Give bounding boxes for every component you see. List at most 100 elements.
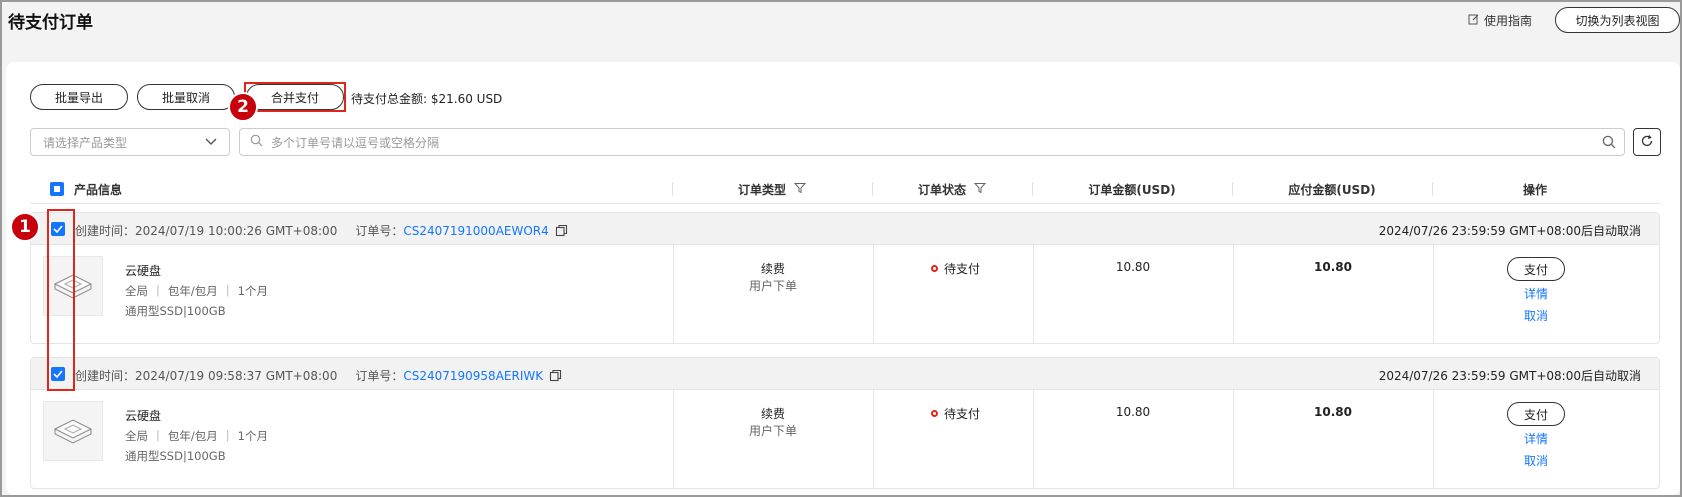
guide-label: 使用指南 — [1484, 14, 1533, 28]
actions-cell: 支付 详情 取消 — [1433, 245, 1639, 343]
order-amount-cell: 10.80 — [1033, 245, 1233, 343]
payable-amount-cell: 10.80 — [1233, 390, 1433, 488]
order-search-input[interactable]: 多个订单号请以逗号或空格分隔 — [239, 128, 1625, 156]
filter-icon[interactable] — [973, 182, 987, 197]
product-type-placeholder: 请选择产品类型 — [43, 135, 128, 150]
product-duration: 1个月 — [237, 429, 268, 443]
status-dot-icon — [931, 410, 938, 417]
product-info-cell: 云硬盘 全局 | 包年/包月 | 1个月 通用型SSD|100GB — [31, 390, 673, 488]
product-region: 全局 — [125, 284, 148, 298]
column-order-status-label: 订单状态 — [917, 182, 966, 197]
cloud-disk-icon — [43, 256, 103, 316]
order-card: 创建时间：2024/07/19 10:00:26 GMT+08:00 订单号：C… — [30, 212, 1660, 344]
order-status-cell: 待支付 — [873, 245, 1033, 343]
product-billing: 包年/包月 — [167, 429, 218, 443]
product-name: 云硬盘 — [125, 264, 162, 278]
order-card: 创建时间：2024/07/19 09:58:37 GMT+08:00 订单号：C… — [30, 357, 1660, 489]
copy-icon[interactable] — [549, 369, 562, 385]
order-panel: 批量导出 批量取消 合并支付 2 待支付总金额: $21.60 USD 请选择产… — [6, 62, 1680, 495]
created-label: 创建时间： — [75, 224, 136, 239]
order-meta: 创建时间：2024/07/19 09:58:37 GMT+08:00 订单号：C… — [75, 367, 562, 385]
page-title: 待支付订单 — [8, 13, 93, 33]
merge-pay-button[interactable]: 合并支付 — [246, 84, 344, 110]
status-text: 待支付 — [944, 262, 981, 276]
product-attributes: 全局 | 包年/包月 | 1个月 — [125, 428, 268, 443]
cloud-disk-icon — [43, 401, 103, 461]
refresh-icon — [1640, 134, 1654, 151]
order-no-label: 订单号： — [355, 369, 404, 383]
product-info-cell: 云硬盘 全局 | 包年/包月 | 1个月 通用型SSD|100GB — [31, 245, 673, 343]
copy-icon[interactable] — [555, 224, 568, 240]
total-pending-amount: 待支付总金额: $21.60 USD — [351, 92, 503, 106]
cancel-link[interactable]: 取消 — [1433, 307, 1639, 324]
column-order-amount: 订单金额(USD) — [1088, 182, 1176, 197]
order-type: 续费 — [760, 262, 785, 276]
cancel-link[interactable]: 取消 — [1433, 452, 1639, 469]
search-placeholder: 多个订单号请以逗号或空格分隔 — [271, 135, 440, 150]
pay-button[interactable]: 支付 — [1507, 402, 1565, 426]
select-all-checkbox[interactable] — [50, 182, 64, 196]
step-badge-1: 1 — [10, 212, 40, 242]
order-amount: 10.80 — [1115, 260, 1151, 274]
auto-cancel-time: 2024/07/26 23:59:59 GMT+08:00后自动取消 — [1378, 224, 1641, 238]
created-time: 2024/07/19 09:58:37 GMT+08:00 — [135, 369, 338, 384]
order-amount-cell: 10.80 — [1033, 390, 1233, 488]
order-status-cell: 待支付 — [873, 390, 1033, 488]
actions-cell: 支付 详情 取消 — [1433, 390, 1639, 488]
status-badge: 待支付 — [931, 405, 980, 422]
header-select-all[interactable] — [50, 174, 64, 204]
search-submit-icon[interactable] — [1602, 135, 1616, 152]
window-frame: 待支付订单 使用指南 切换为列表视图 批量导出 批量取消 合并支付 2 待支付总… — [0, 0, 1682, 497]
switch-list-view-button[interactable]: 切换为列表视图 — [1555, 7, 1680, 33]
step-badge-2: 2 — [228, 92, 258, 122]
refresh-button[interactable] — [1633, 128, 1661, 156]
created-label: 创建时间： — [75, 369, 136, 384]
order-no-label: 订单号： — [355, 224, 404, 238]
order-number-link[interactable]: CS2407191000AEWOR4 — [403, 224, 548, 238]
product-region: 全局 — [125, 429, 148, 443]
column-payable-amount: 应付金额(USD) — [1288, 182, 1376, 197]
order-checkbox[interactable] — [51, 222, 65, 236]
product-type-select[interactable]: 请选择产品类型 — [30, 128, 230, 156]
status-text: 待支付 — [944, 407, 981, 421]
product-spec: 通用型SSD|100GB — [125, 304, 226, 318]
guide-link[interactable]: 使用指南 — [1468, 12, 1532, 29]
order-checkbox[interactable] — [51, 367, 65, 381]
order-source: 用户下单 — [748, 424, 797, 438]
order-type-cell: 续费 用户下单 — [673, 390, 873, 488]
batch-cancel-button[interactable]: 批量取消 — [137, 84, 235, 110]
status-badge: 待支付 — [931, 260, 980, 277]
payable-amount-cell: 10.80 — [1233, 245, 1433, 343]
product-duration: 1个月 — [237, 284, 268, 298]
search-icon — [250, 134, 263, 150]
detail-link[interactable]: 详情 — [1433, 430, 1639, 447]
column-product-info: 产品信息 — [74, 182, 123, 197]
column-order-status[interactable]: 订单状态 — [872, 174, 1032, 204]
product-spec: 通用型SSD|100GB — [125, 449, 226, 463]
order-source: 用户下单 — [748, 279, 797, 293]
product-attributes: 全局 | 包年/包月 | 1个月 — [125, 283, 268, 298]
auto-cancel-time: 2024/07/26 23:59:59 GMT+08:00后自动取消 — [1378, 369, 1641, 383]
order-header: 创建时间：2024/07/19 09:58:37 GMT+08:00 订单号：C… — [31, 358, 1659, 390]
column-actions: 操作 — [1522, 182, 1547, 197]
chevron-down-icon — [205, 135, 217, 149]
column-order-type-label: 订单类型 — [737, 182, 786, 197]
detail-link[interactable]: 详情 — [1433, 285, 1639, 302]
table-header: 产品信息 订单类型 订单状态 订单金额(USD) 应付金额(USD) 操作 — [30, 174, 1660, 204]
product-name: 云硬盘 — [125, 409, 162, 423]
payable-amount: 10.80 — [1314, 405, 1352, 419]
edit-doc-icon — [1468, 13, 1480, 28]
status-dot-icon — [931, 265, 938, 272]
order-type: 续费 — [760, 407, 785, 421]
product-billing: 包年/包月 — [167, 284, 218, 298]
order-meta: 创建时间：2024/07/19 10:00:26 GMT+08:00 订单号：C… — [75, 222, 568, 240]
order-number-link[interactable]: CS2407190958AERIWK — [403, 369, 543, 383]
order-amount: 10.80 — [1115, 405, 1151, 419]
column-order-type[interactable]: 订单类型 — [672, 174, 872, 204]
filter-icon[interactable] — [793, 182, 807, 197]
batch-export-button[interactable]: 批量导出 — [30, 84, 128, 110]
pay-button[interactable]: 支付 — [1507, 257, 1565, 281]
created-time: 2024/07/19 10:00:26 GMT+08:00 — [135, 224, 338, 239]
order-header: 创建时间：2024/07/19 10:00:26 GMT+08:00 订单号：C… — [31, 213, 1659, 245]
order-type-cell: 续费 用户下单 — [673, 245, 873, 343]
